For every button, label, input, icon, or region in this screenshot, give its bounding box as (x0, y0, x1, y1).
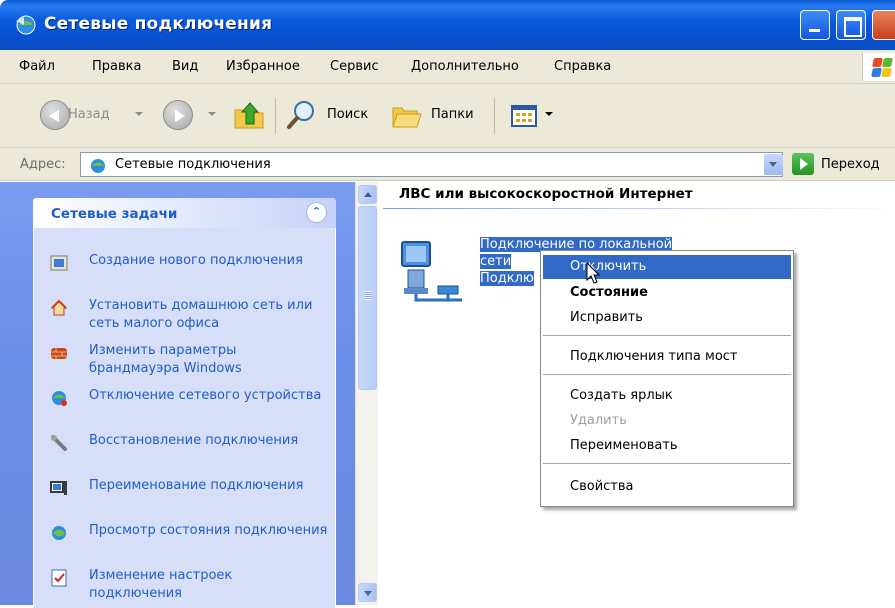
network-connections-icon (16, 15, 36, 35)
close-button[interactable] (872, 10, 895, 40)
status-globe-icon (52, 526, 66, 540)
network-tasks-panel: Создание нового подключения Установить д… (33, 228, 336, 608)
search-icon[interactable] (285, 98, 319, 132)
windows-logo-icon (862, 53, 895, 81)
menu-tools[interactable]: Сервис (330, 59, 379, 74)
firewall-icon (51, 348, 67, 359)
context-menu: Отключить Состояние Исправить Подключени… (540, 250, 794, 507)
task-pane: Сетевые задачи ⌃ Создание нового подключ… (0, 182, 355, 608)
collapse-chevron-icon[interactable]: ⌃ (306, 202, 327, 223)
group-divider (383, 208, 895, 209)
group-header: ЛВС или высокоскоростной Интернет (399, 186, 693, 202)
views-icon[interactable] (508, 98, 542, 132)
address-dropdown-icon[interactable] (764, 154, 783, 175)
task-pane-scrollbar[interactable] (355, 182, 378, 605)
window-title: Сетевые подключения (44, 14, 273, 34)
settings-checklist-icon (51, 569, 67, 587)
new-connection-icon (50, 255, 68, 271)
menu-view[interactable]: Вид (172, 59, 198, 74)
context-menu-repair[interactable]: Исправить (543, 306, 791, 330)
network-tasks-title: Сетевые задачи (51, 206, 178, 222)
back-button[interactable] (40, 100, 70, 130)
menu-file[interactable]: Файл (19, 59, 55, 74)
title-bar: Сетевые подключения (0, 0, 895, 50)
go-arrow-icon[interactable] (792, 153, 814, 175)
context-menu-bridge[interactable]: Подключения типа мост (543, 345, 791, 369)
back-label: Назад (68, 107, 110, 122)
back-dropdown-icon[interactable] (135, 112, 143, 116)
scroll-down-button[interactable] (358, 583, 377, 602)
address-value: Сетевые подключения (115, 157, 271, 172)
mouse-cursor-icon (586, 262, 601, 284)
folder-up-icon[interactable] (232, 98, 266, 132)
menu-help[interactable]: Справка (554, 59, 611, 74)
menu-separator (543, 335, 791, 336)
scroll-up-button[interactable] (358, 185, 377, 204)
context-menu-create-shortcut[interactable]: Создать ярлык (543, 384, 791, 408)
connection-name-line-3: Подклю (480, 271, 534, 286)
toolbar-separator (494, 98, 495, 134)
menu-separator (543, 463, 791, 464)
menu-bar: Файл Правка Вид Избранное Сервис Дополни… (0, 50, 895, 84)
rename-icon (50, 481, 67, 495)
local-network-connection-icon[interactable] (400, 236, 470, 304)
connection-name-line-2: сети (480, 254, 512, 269)
context-menu-status[interactable]: Состояние (543, 281, 791, 305)
menu-advanced[interactable]: Дополнительно (411, 59, 519, 74)
context-menu-rename[interactable]: Переименовать (543, 434, 791, 458)
menu-separator (543, 374, 791, 375)
scroll-thumb[interactable] (358, 206, 377, 390)
menu-edit[interactable]: Правка (92, 59, 141, 74)
go-button[interactable]: Переход (821, 157, 880, 172)
context-menu-properties[interactable]: Свойства (543, 475, 791, 499)
folders-icon[interactable] (389, 98, 423, 132)
minimize-button[interactable] (800, 10, 830, 40)
toolbar: Назад Поиск Папки (0, 84, 895, 148)
maximize-button[interactable] (836, 10, 866, 40)
folders-label[interactable]: Папки (431, 107, 474, 122)
network-connections-icon (91, 159, 105, 173)
context-menu-delete: Удалить (570, 413, 627, 428)
views-dropdown-icon[interactable] (545, 112, 553, 116)
network-device-icon (52, 391, 67, 406)
address-input[interactable]: Сетевые подключения (80, 152, 783, 177)
forward-dropdown-icon[interactable] (208, 112, 216, 116)
repair-wrench-icon (51, 435, 67, 451)
toolbar-separator (275, 98, 276, 134)
search-label[interactable]: Поиск (327, 107, 368, 122)
menu-favorites[interactable]: Избранное (226, 59, 300, 74)
forward-button[interactable] (163, 100, 193, 130)
address-bar: Адрес: Сетевые подключения Переход (0, 148, 895, 181)
network-tasks-header[interactable]: Сетевые задачи ⌃ (33, 198, 336, 228)
address-label: Адрес: (20, 157, 66, 172)
context-menu-disable[interactable]: Отключить (543, 255, 791, 279)
grip-icon (365, 291, 372, 300)
home-network-icon (50, 299, 68, 316)
